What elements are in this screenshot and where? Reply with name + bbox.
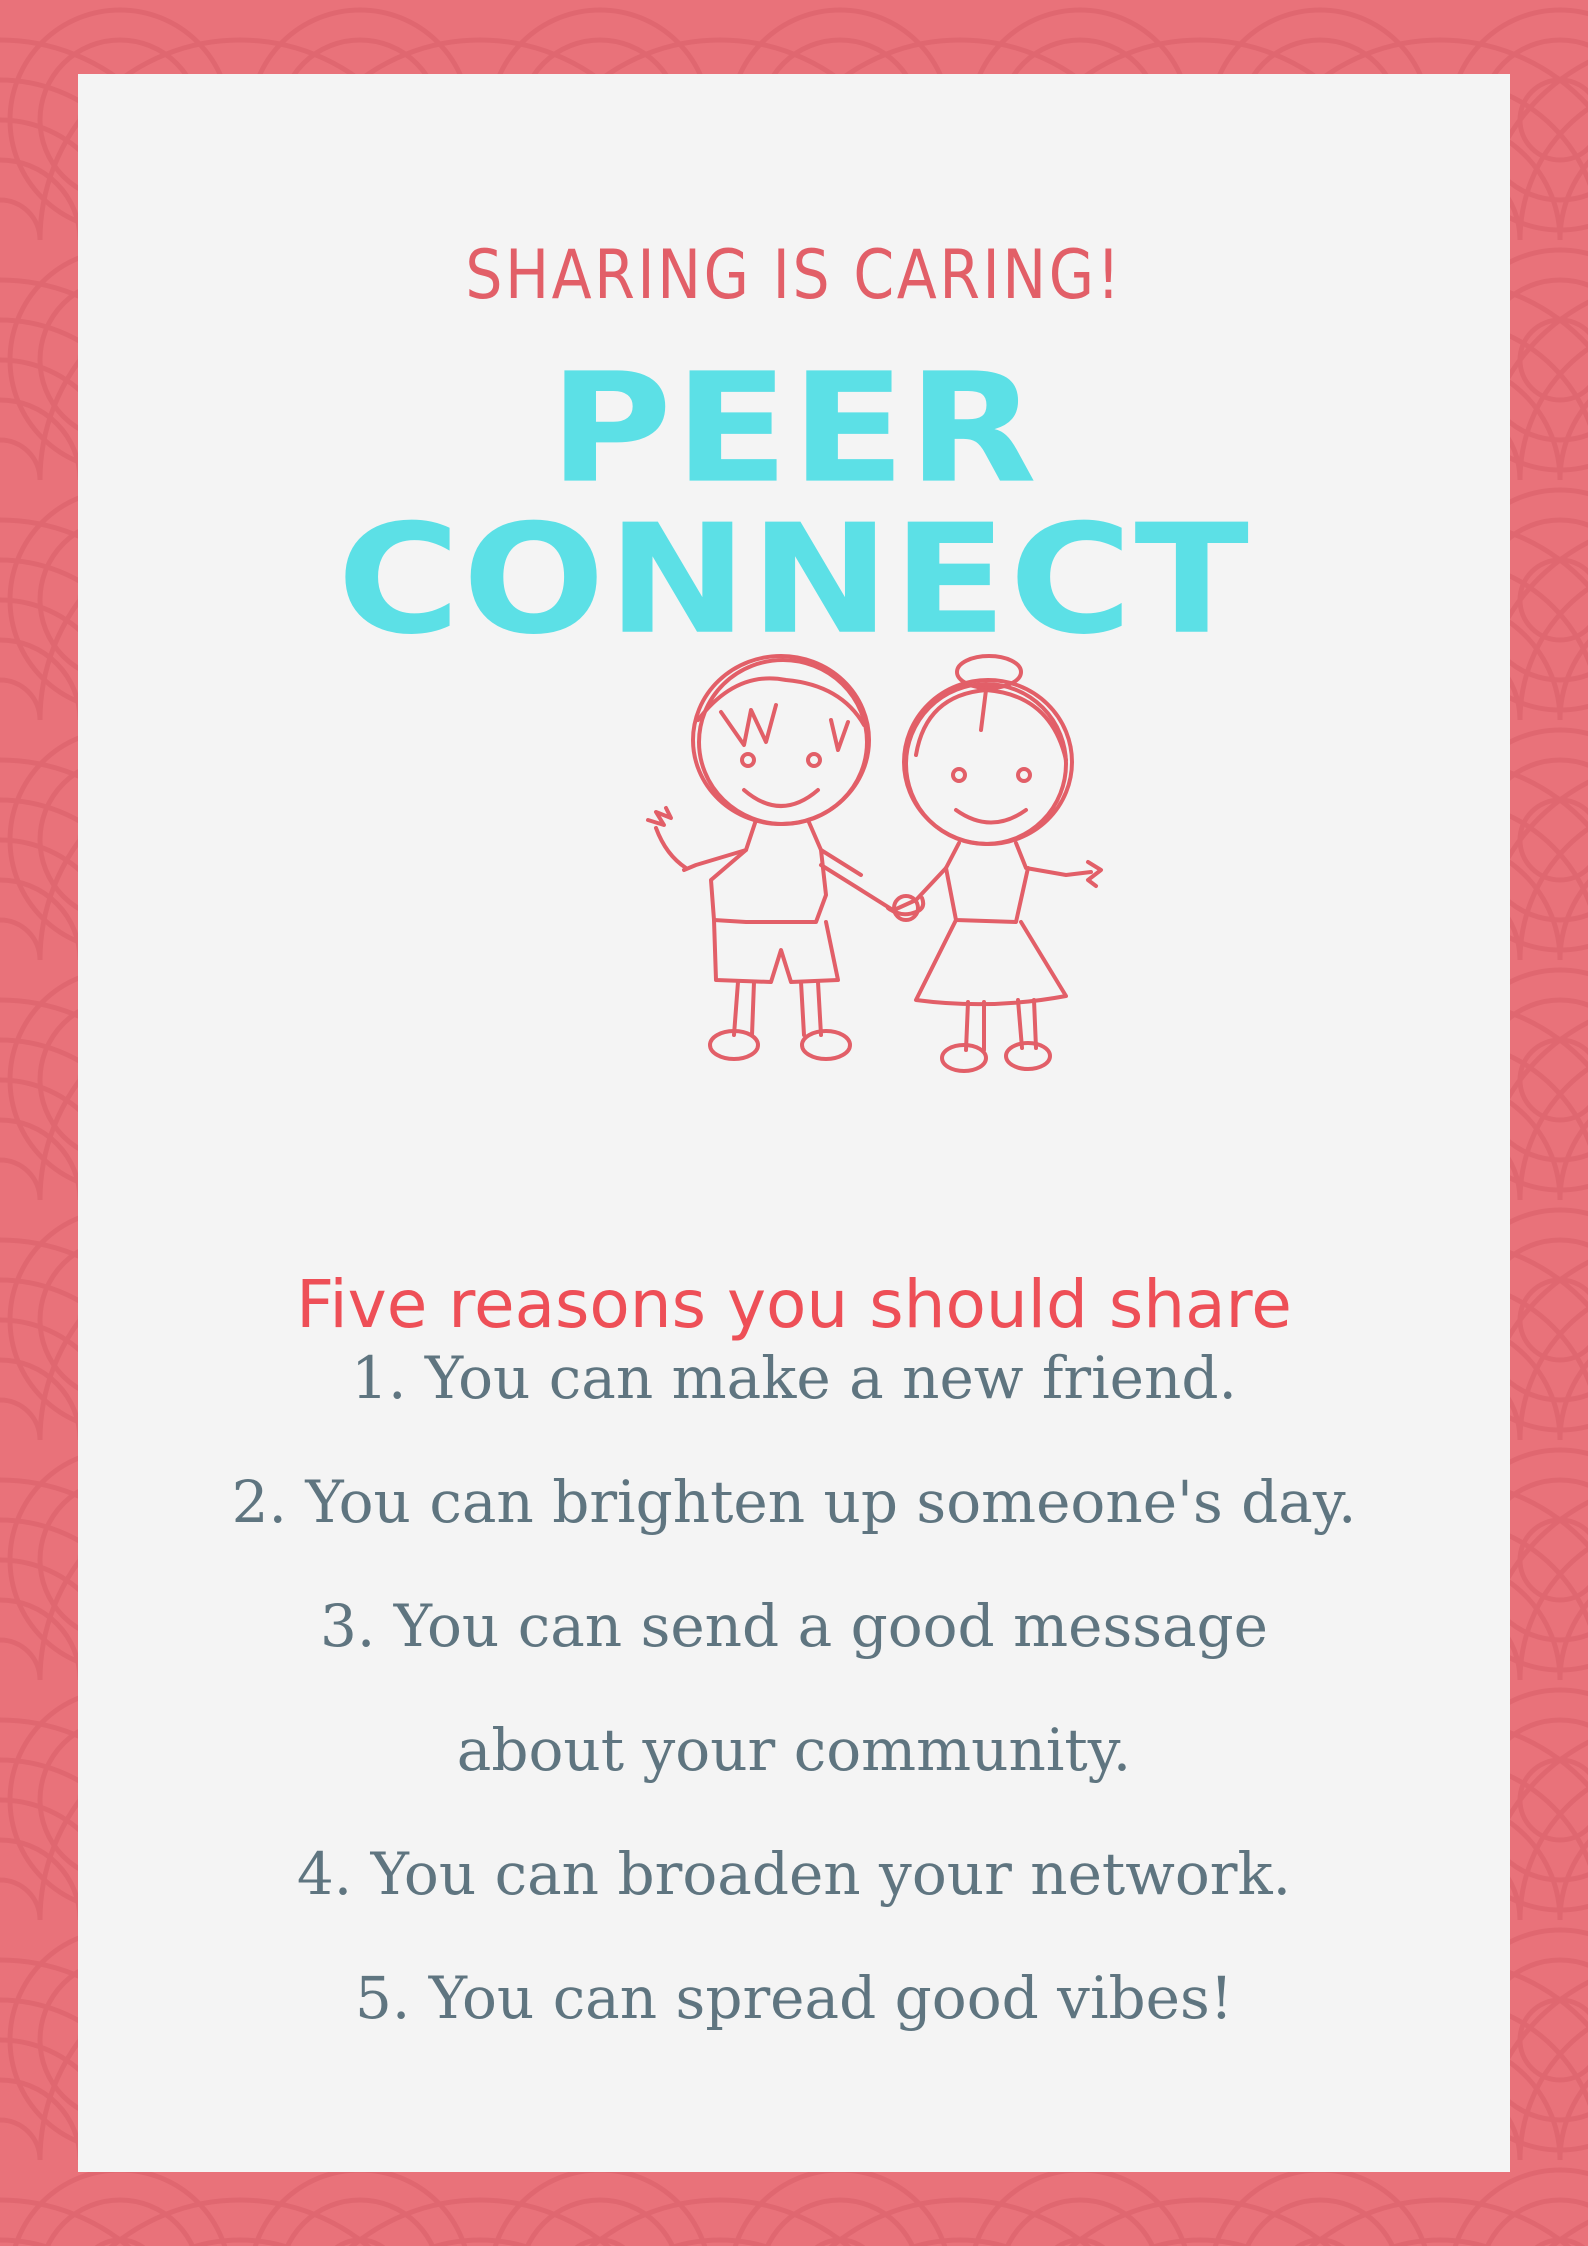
reason-item: 1. You can make a new friend.: [351, 1344, 1237, 1412]
reasons-list: 1. You can make a new friend. 2. You can…: [78, 1316, 1510, 2060]
poster-title: PEER CONNECT: [337, 340, 1251, 668]
tagline: SHARING IS CARING!: [465, 236, 1123, 315]
reason-item: 5. You can spread good vibes!: [354, 1964, 1234, 2032]
reason-item: 3. You can send a good message about you…: [319, 1592, 1269, 1784]
reason-item: 2. You can brighten up someone's day.: [231, 1468, 1357, 1536]
reason-item: 4. You can broaden your network.: [296, 1840, 1292, 1908]
children-holding-hands-icon: [646, 654, 1103, 1073]
